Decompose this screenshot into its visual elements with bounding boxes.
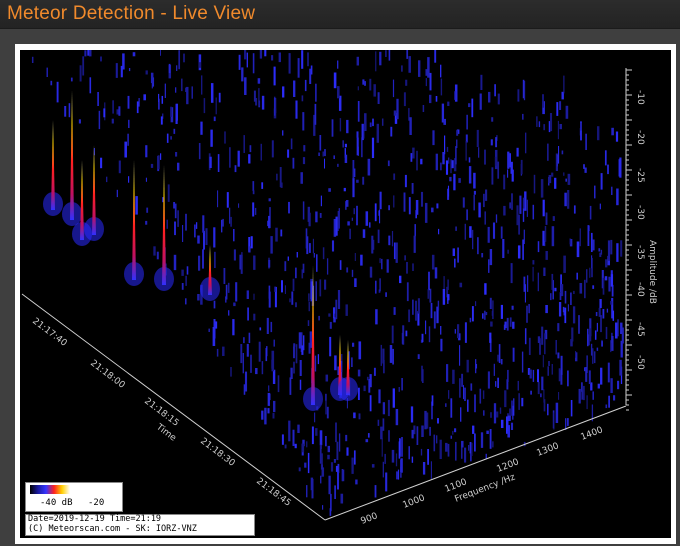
meteor-peak (132, 160, 136, 280)
amplitude-tick-label: -40 (635, 282, 645, 297)
meteor-peak (208, 245, 212, 295)
amplitude-axis-ticks: -10 -20 -25 -30 -35 -40 -45 -50 (626, 69, 645, 411)
time-tick-2: 21:18:00 (88, 358, 127, 390)
spectrogram-3d-plot: -10 -20 -25 -30 -35 -40 -45 -50 21:17:40 21:18:… (20, 50, 671, 538)
freq-tick-1300: 1300 (535, 441, 560, 459)
amplitude-tick-label: -25 (635, 168, 645, 183)
amplitude-tick-label: -20 (635, 130, 645, 145)
spectrogram-canvas: -10 -20 -25 -30 -35 -40 -45 -50 21:17:40 21:18:… (21, 50, 657, 527)
frequency-axis-line (324, 405, 627, 521)
meteor-peak (80, 160, 84, 240)
noise-spikes (31, 50, 624, 516)
time-tick-4: 21:18:30 (198, 436, 237, 468)
title-bar: Meteor Detection - Live View (0, 0, 680, 29)
amplitude-tick-label: -35 (635, 245, 645, 260)
amplitude-tick-label: -30 (635, 205, 645, 220)
freq-tick-900: 900 (359, 511, 379, 527)
time-tick-1: 21:17:40 (30, 316, 69, 348)
amplitude-tick-label: -50 (635, 355, 645, 370)
color-scale-min-label: -40 dB (40, 498, 73, 508)
meteor-peak (162, 165, 166, 285)
color-scale-legend: -40 dB -20 (25, 482, 123, 512)
meteor-peak (51, 120, 55, 210)
color-scale-max-label: -20 (88, 498, 105, 508)
freq-tick-1400: 1400 (579, 425, 604, 443)
amplitude-tick-label: -45 (635, 322, 645, 337)
info-copyright-line: (C) Meteorscan.com - SK: IORZ-VNZ (28, 523, 197, 534)
info-box: Date=2019-12-19 Time=21:19 (C) Meteorsca… (25, 514, 255, 536)
meteor-peak (70, 90, 74, 220)
amplitude-tick-label: -10 (635, 90, 645, 105)
window-title: Meteor Detection - Live View (7, 3, 256, 24)
meteor-peak (92, 145, 96, 235)
freq-tick-1200: 1200 (495, 457, 520, 475)
amplitude-axis-label: Amplitude /dB (647, 240, 657, 304)
color-scale-gradient (30, 485, 70, 494)
freq-tick-1000: 1000 (401, 493, 426, 511)
